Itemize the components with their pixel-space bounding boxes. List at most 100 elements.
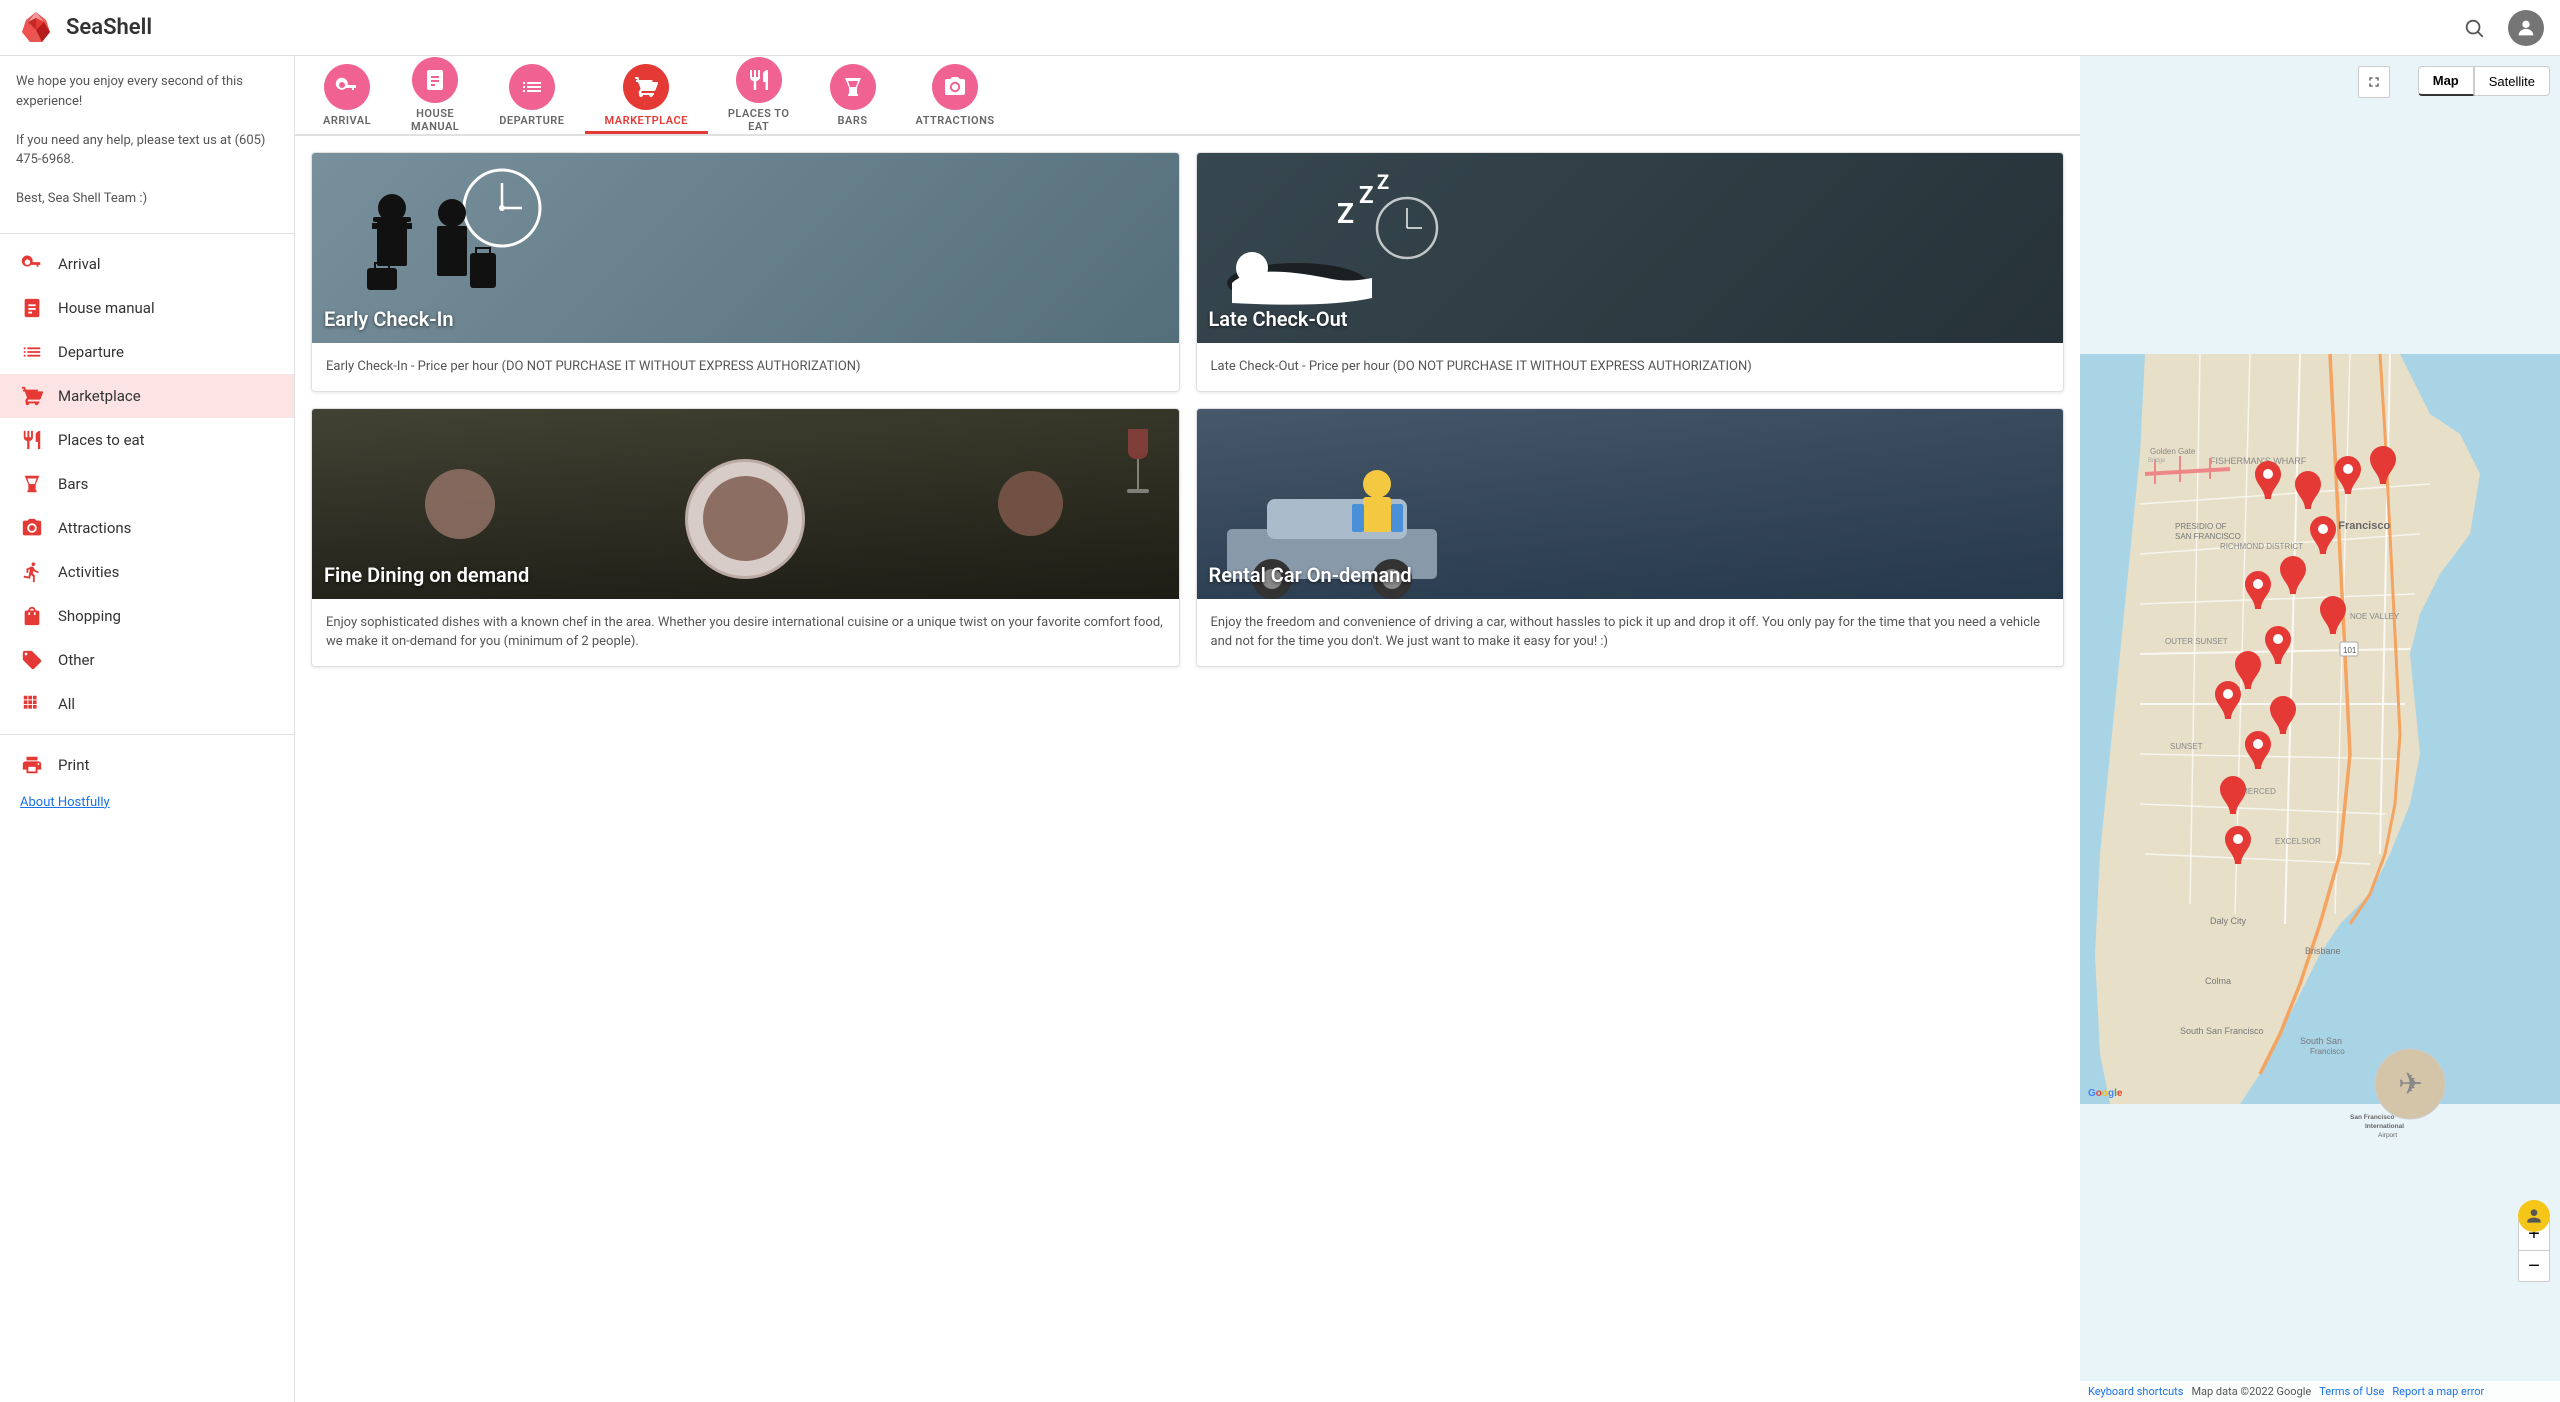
svg-text:101: 101 bbox=[2343, 646, 2357, 655]
tab-label-bars: BARS bbox=[838, 114, 868, 127]
sidebar-label-marketplace: Marketplace bbox=[58, 387, 141, 405]
pegman[interactable] bbox=[2518, 1200, 2550, 1232]
sidebar-label-departure: Departure bbox=[58, 343, 124, 361]
sidebar-nav: Arrival House manual Departure Marketpla… bbox=[0, 242, 294, 787]
svg-text:Brisbane: Brisbane bbox=[2305, 946, 2341, 956]
search-button[interactable] bbox=[2456, 10, 2492, 46]
sidebar-item-places-to-eat[interactable]: Places to eat bbox=[0, 418, 294, 462]
svg-text:International: International bbox=[2365, 1123, 2404, 1130]
sidebar-item-activities[interactable]: Activities bbox=[0, 550, 294, 594]
svg-text:South San Francisco: South San Francisco bbox=[2180, 1026, 2264, 1036]
card-late-checkout-image: Z Z Z Late Check-Out bbox=[1197, 153, 2064, 343]
cart-icon bbox=[20, 384, 44, 408]
sidebar-item-other[interactable]: Other bbox=[0, 638, 294, 682]
tab-marketplace[interactable]: MARKETPLACE bbox=[585, 56, 708, 134]
glass-icon bbox=[20, 472, 44, 496]
svg-text:OUTER SUNSET: OUTER SUNSET bbox=[2165, 637, 2228, 646]
report-map-error-link[interactable]: Report a map error bbox=[2392, 1385, 2484, 1398]
activity-icon bbox=[20, 560, 44, 584]
tag-icon bbox=[20, 648, 44, 672]
tab-label-attractions: ATTRACTIONS bbox=[916, 114, 995, 127]
tab-label-departure: DEPARTURE bbox=[499, 114, 564, 127]
tab-label-places-to-eat: PLACES TOEAT bbox=[728, 107, 790, 133]
about-hostfully-link[interactable]: About Hostfully bbox=[0, 787, 294, 818]
card-early-checkin-body: Early Check-In - Price per hour (DO NOT … bbox=[312, 343, 1179, 391]
sidebar-label-places-to-eat: Places to eat bbox=[58, 431, 145, 449]
card-rental-car-desc: Enjoy the freedom and convenience of dri… bbox=[1211, 613, 2050, 652]
svg-text:SUNSET: SUNSET bbox=[2170, 742, 2203, 751]
tab-label-marketplace: MARKETPLACE bbox=[605, 114, 688, 127]
svg-text:RICHMOND DISTRICT: RICHMOND DISTRICT bbox=[2220, 542, 2303, 551]
sidebar-label-bars: Bars bbox=[58, 475, 88, 493]
card-late-checkout-body: Late Check-Out - Price per hour (DO NOT … bbox=[1197, 343, 2064, 391]
sidebar-item-print[interactable]: Print bbox=[0, 743, 294, 787]
sidebar-item-attractions[interactable]: Attractions bbox=[0, 506, 294, 550]
map-data-label: Map data ©2022 Google bbox=[2191, 1385, 2311, 1398]
svg-text:Bridge: Bridge bbox=[2148, 458, 2166, 464]
svg-text:South San: South San bbox=[2300, 1036, 2342, 1046]
map-type-controls: Map Satellite bbox=[2418, 66, 2550, 96]
card-late-checkout-desc: Late Check-Out - Price per hour (DO NOT … bbox=[1211, 357, 2050, 377]
card-fine-dining-image: Fine Dining on demand bbox=[312, 409, 1179, 599]
card-fine-dining-body: Enjoy sophisticated dishes with a known … bbox=[312, 599, 1179, 666]
map-svg: FISHERMAN'S WHARF RICHMOND DISTRICT OUTE… bbox=[2080, 56, 2560, 1402]
sidebar-divider bbox=[0, 233, 294, 234]
sidebar-label-shopping: Shopping bbox=[58, 607, 121, 625]
card-early-checkin-title: Early Check-In bbox=[324, 307, 454, 331]
book-icon bbox=[20, 296, 44, 320]
keyboard-shortcuts[interactable]: Keyboard shortcuts bbox=[2088, 1385, 2183, 1398]
card-late-checkout[interactable]: Z Z Z Late Check-Out La bbox=[1196, 152, 2065, 392]
card-fine-dining-title: Fine Dining on demand bbox=[324, 563, 529, 587]
tab-places-to-eat[interactable]: PLACES TOEAT bbox=[708, 56, 810, 134]
card-early-checkin[interactable]: Early Check-In Early Check-In - Price pe… bbox=[311, 152, 1180, 392]
user-avatar[interactable] bbox=[2508, 10, 2544, 46]
sidebar-item-shopping[interactable]: Shopping bbox=[0, 594, 294, 638]
sidebar-item-departure[interactable]: Departure bbox=[0, 330, 294, 374]
tab-house-manual[interactable]: HOUSEMANUAL bbox=[391, 56, 479, 134]
svg-text:PRESIDIO OF: PRESIDIO OF bbox=[2175, 522, 2227, 531]
svg-text:Daly City: Daly City bbox=[2210, 916, 2247, 926]
svg-text:Z: Z bbox=[1377, 170, 1389, 194]
map-button-map[interactable]: Map bbox=[2418, 66, 2474, 96]
svg-text:Google: Google bbox=[2088, 1088, 2123, 1099]
terms-of-use-link[interactable]: Terms of Use bbox=[2319, 1385, 2384, 1398]
zoom-out-button[interactable]: − bbox=[2518, 1250, 2550, 1282]
logo-icon bbox=[16, 8, 56, 48]
card-rental-car-image: Rental Car On-demand bbox=[1197, 409, 2064, 599]
sidebar-item-marketplace[interactable]: Marketplace bbox=[0, 374, 294, 418]
sidebar-item-house-manual[interactable]: House manual bbox=[0, 286, 294, 330]
card-rental-car-title: Rental Car On-demand bbox=[1209, 563, 1412, 587]
sidebar-label-all: All bbox=[58, 695, 75, 713]
fork-icon bbox=[20, 428, 44, 452]
cards-container: Early Check-In Early Check-In - Price pe… bbox=[295, 136, 2080, 1402]
shopping-icon bbox=[20, 604, 44, 628]
sidebar-item-arrival[interactable]: Arrival bbox=[0, 242, 294, 286]
card-early-checkin-desc: Early Check-In - Price per hour (DO NOT … bbox=[326, 357, 1165, 377]
card-rental-car[interactable]: Rental Car On-demand Enjoy the freedom a… bbox=[1196, 408, 2065, 667]
tab-bars[interactable]: BARS bbox=[810, 56, 896, 134]
card-rental-car-body: Enjoy the freedom and convenience of dri… bbox=[1197, 599, 2064, 666]
svg-text:Colma: Colma bbox=[2205, 976, 2231, 986]
sidebar-label-attractions: Attractions bbox=[58, 519, 131, 537]
svg-text:Z: Z bbox=[1359, 181, 1374, 209]
sidebar: We hope you enjoy every second of this e… bbox=[0, 56, 295, 1402]
fullscreen-button[interactable] bbox=[2358, 66, 2390, 98]
logo-area: SeaShell bbox=[16, 8, 152, 48]
card-fine-dining[interactable]: Fine Dining on demand Enjoy sophisticate… bbox=[311, 408, 1180, 667]
map-button-satellite[interactable]: Satellite bbox=[2474, 66, 2550, 96]
card-early-checkin-image: Early Check-In bbox=[312, 153, 1179, 343]
key-icon bbox=[20, 252, 44, 276]
header-icons bbox=[2456, 10, 2544, 46]
sidebar-item-all[interactable]: All bbox=[0, 682, 294, 726]
svg-text:EXCELSIOR: EXCELSIOR bbox=[2275, 837, 2321, 846]
svg-text:Francisco: Francisco bbox=[2310, 1047, 2345, 1056]
svg-text:✈: ✈ bbox=[2398, 1067, 2423, 1102]
tab-departure[interactable]: DEPARTURE bbox=[479, 56, 584, 134]
tab-attractions[interactable]: ATTRACTIONS bbox=[896, 56, 1015, 134]
print-icon bbox=[20, 753, 44, 777]
sidebar-item-bars[interactable]: Bars bbox=[0, 462, 294, 506]
tab-arrival[interactable]: ARRIVAL bbox=[303, 56, 391, 134]
main-layout: We hope you enjoy every second of this e… bbox=[0, 56, 2560, 1402]
sidebar-label-print: Print bbox=[58, 756, 89, 774]
card-late-checkout-title: Late Check-Out bbox=[1209, 307, 1348, 331]
